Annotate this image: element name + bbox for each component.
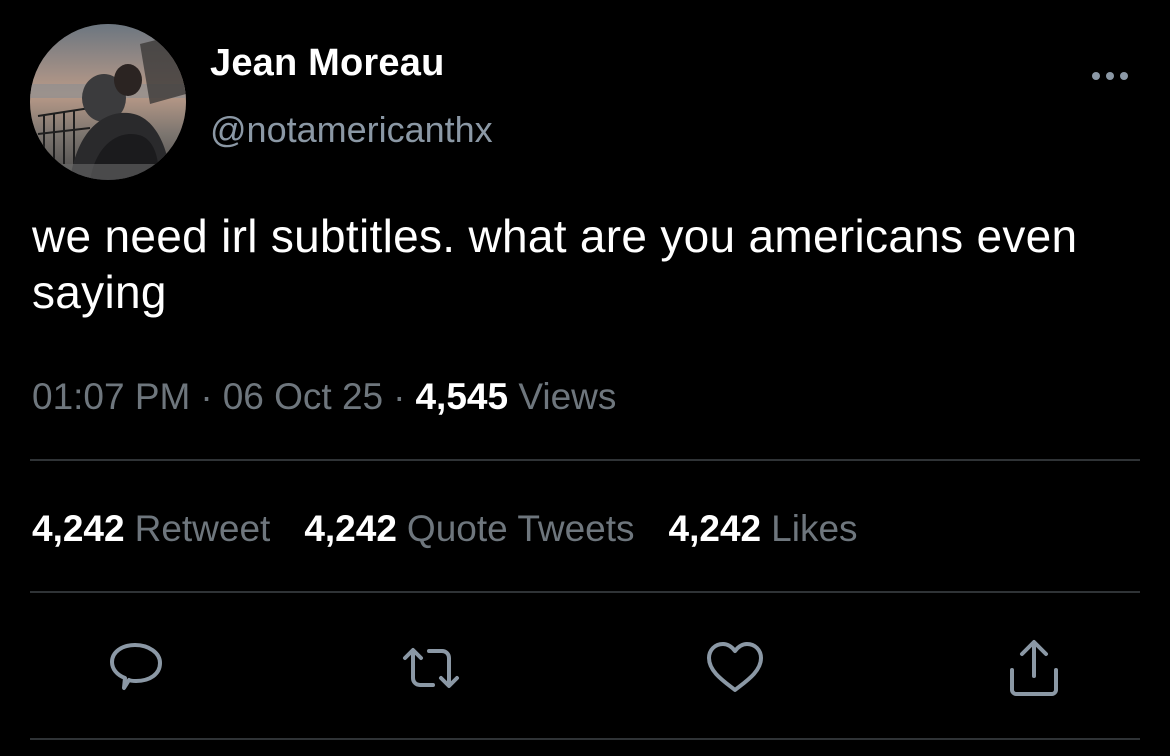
engagement-stats: 4,242 Retweet 4,242 Quote Tweets 4,242 Likes [32, 506, 892, 552]
meta-separator: · [200, 376, 213, 417]
username-handle[interactable]: @notamericanthx [210, 108, 493, 152]
reply-icon [110, 643, 162, 690]
retweets-count: 4,242 [32, 508, 125, 549]
likes-count: 4,242 [668, 508, 762, 549]
divider [30, 738, 1140, 740]
avatar[interactable] [30, 24, 186, 180]
avatar-photo [30, 24, 186, 180]
tweet-detail: Jean Moreau @notamericanthx we need irl … [0, 0, 1170, 756]
divider [30, 591, 1140, 593]
divider [30, 459, 1140, 461]
quote-tweets-count: 4,242 [304, 508, 397, 549]
tweet-date[interactable]: 06 Oct 25 [223, 376, 383, 417]
more-icon-dot [1120, 72, 1128, 80]
views-label: Views [518, 376, 617, 417]
retweet-icon [403, 648, 459, 688]
more-options-button[interactable] [1082, 62, 1138, 90]
retweets-stat[interactable]: 4,242 Retweet [32, 506, 270, 552]
reply-button[interactable] [104, 636, 168, 700]
heart-icon [707, 642, 763, 692]
more-icon-dot [1106, 72, 1114, 80]
like-button[interactable] [703, 636, 767, 700]
quote-tweets-label: Quote Tweets [406, 508, 635, 549]
more-icon-dot [1092, 72, 1100, 80]
retweets-label: Retweet [134, 508, 271, 549]
quote-tweets-stat[interactable]: 4,242 Quote Tweets [304, 506, 634, 552]
tweet-meta: 01:07 PM · 06 Oct 25 · 4,545 Views [32, 374, 616, 420]
share-button[interactable] [1002, 636, 1066, 700]
meta-separator: · [393, 376, 406, 417]
likes-stat[interactable]: 4,242 Likes [669, 506, 858, 552]
likes-label: Likes [771, 508, 858, 549]
display-name[interactable]: Jean Moreau [210, 40, 445, 86]
retweet-button[interactable] [399, 636, 463, 700]
tweet-text: we need irl subtitles. what are you amer… [32, 210, 1078, 318]
views-count: 4,545 [415, 376, 509, 417]
tweet-time[interactable]: 01:07 PM [32, 376, 190, 417]
share-icon [1010, 640, 1058, 696]
